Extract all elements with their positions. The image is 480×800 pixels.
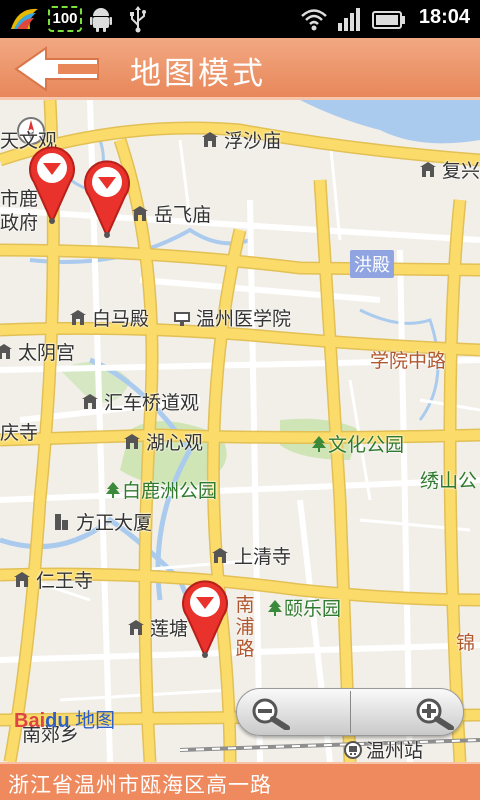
poi-renwangsi[interactable]: 仁王寺 [12, 566, 93, 593]
logo-product: 地图 [75, 710, 116, 732]
road-xueyuan-zhong: 学院中路 [370, 350, 447, 372]
park-yileyuan[interactable]: 颐乐园 [266, 594, 341, 621]
road-nanpu: 南浦路 [235, 594, 255, 660]
temple-icon [202, 131, 218, 147]
logo-brand: Bai [14, 710, 46, 732]
usb-icon [130, 6, 146, 33]
temple-icon [124, 433, 140, 449]
temple-icon [82, 393, 98, 409]
location-marker-icon[interactable] [81, 156, 133, 238]
temple-icon [212, 547, 228, 563]
battery-full-icon [372, 11, 405, 29]
temple-icon [420, 161, 436, 177]
school-icon [174, 311, 190, 326]
current-address: 浙江省温州市瓯海区高一路 [8, 773, 272, 797]
park-wenhua[interactable]: 文化公园 [310, 430, 404, 457]
poi-wenzhou-station[interactable]: 温州站 [344, 736, 423, 762]
poi-label: 上清寺 [234, 546, 292, 568]
clock: 18:04 [418, 6, 470, 28]
poi-label: 白马殿 [92, 308, 150, 330]
poi-yuefeimiao[interactable]: 岳飞庙 [130, 200, 211, 227]
temple-icon [70, 309, 86, 325]
page-title: 地图模式 [130, 56, 266, 92]
zoom-control [236, 688, 464, 736]
park-icon [106, 481, 120, 498]
poi-label: 汇车桥道观 [104, 392, 200, 414]
status-bar: 100 18:04 [0, 0, 480, 38]
poi-fuxing[interactable]: 复兴 [418, 156, 480, 183]
poi-fushamiao[interactable]: 浮沙庙 [200, 126, 281, 153]
android-icon [90, 8, 112, 32]
building-icon [55, 513, 68, 530]
back-arrow-icon[interactable] [12, 44, 104, 94]
temple-icon [14, 571, 30, 587]
poi-wenzhou-medical-college[interactable]: 温州医学院 [172, 304, 291, 331]
signal-icon [338, 8, 360, 31]
zoom-in-icon [416, 698, 454, 730]
poi-label: 仁王寺 [36, 570, 94, 592]
battery-icon: 100 [48, 6, 82, 32]
poi-label: 浮沙庙 [224, 130, 282, 152]
location-marker-icon[interactable] [26, 142, 78, 224]
poi-shangqingsi[interactable]: 上清寺 [210, 542, 291, 569]
zoom-out-button[interactable] [237, 689, 350, 735]
temple-icon [0, 343, 12, 359]
park-label: 白鹿洲公园 [122, 480, 218, 502]
poi-label: 岳飞庙 [154, 204, 212, 226]
poi-label: 温州站 [366, 740, 424, 762]
poi-label: 方正大厦 [76, 512, 153, 534]
title-bar: 地图模式 [0, 38, 480, 100]
poi-label: 太阴宫 [18, 342, 76, 364]
poi-label: 复兴 [442, 160, 480, 182]
temple-icon [132, 205, 148, 221]
logo-paw: du [45, 710, 70, 732]
poi-baimadian[interactable]: 白马殿 [68, 304, 149, 331]
poi-taiyingong[interactable]: 太阴宫 [0, 338, 75, 365]
poi-huxinguan[interactable]: 湖心观 [122, 428, 203, 455]
poi-label: 湖心观 [146, 432, 204, 454]
park-icon [312, 435, 326, 452]
wifi-icon [301, 9, 327, 31]
map-view[interactable]: 天文观 浮沙庙 复兴 市鹿 政府 岳飞庙 洪殿 白马殿 温州医学院 学院中路 太… [0, 100, 480, 762]
poi-qingsi[interactable]: 庆寺 [0, 418, 38, 445]
park-label: 文化公园 [328, 434, 405, 456]
poi-label: 庆寺 [0, 422, 39, 444]
park-xiushan[interactable]: 绣山公 [420, 466, 477, 493]
road-jin: 锦 [456, 632, 476, 654]
address-bar: 浙江省温州市瓯海区高一路 [0, 762, 480, 800]
park-label: 绣山公 [420, 470, 478, 492]
park-icon [268, 599, 282, 616]
station-icon [344, 740, 362, 759]
poi-huicheqiao[interactable]: 汇车桥道观 [80, 388, 199, 415]
zoom-out-icon [252, 698, 290, 730]
location-marker-icon[interactable] [179, 576, 231, 658]
baidu-map-logo: Baidu 地图 [14, 704, 115, 733]
district-label: 洪殿 [350, 250, 394, 278]
gallery-icon [11, 8, 38, 29]
park-label: 颐乐园 [284, 598, 342, 620]
poi-label: 温州医学院 [196, 308, 292, 330]
temple-icon [128, 619, 144, 635]
zoom-in-button[interactable] [351, 689, 464, 735]
poi-fangzheng-building[interactable]: 方正大厦 [52, 508, 152, 535]
park-bailuzhou[interactable]: 白鹿洲公园 [104, 476, 217, 503]
